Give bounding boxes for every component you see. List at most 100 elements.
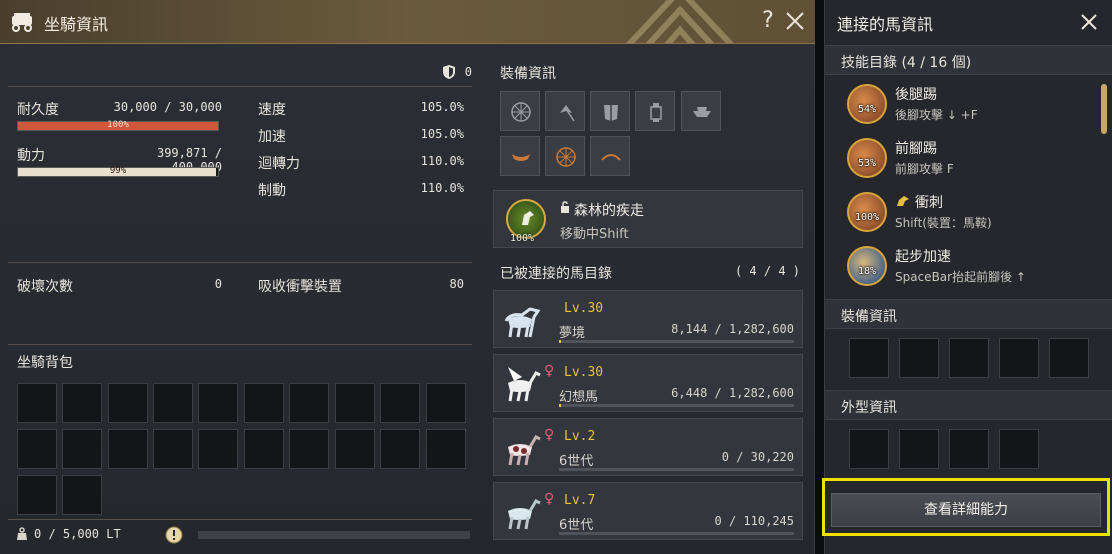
stamina-label: 動力 [17, 148, 45, 164]
durability-label: 耐久度 [17, 102, 59, 118]
equip-slot-axe[interactable] [545, 91, 585, 131]
inventory-slot[interactable] [153, 383, 193, 423]
speed-value: 105.0% [420, 100, 464, 114]
title-bar[interactable]: 坐騎資訊 ? [0, 0, 815, 44]
equip-title: 裝備資訊 [841, 309, 897, 325]
skill-name: 起步加速 [895, 249, 951, 265]
help-button[interactable]: ? [758, 8, 778, 34]
horse-skill-card[interactable]: 100% 森林的疾走 移動中Shift [493, 190, 803, 248]
inventory-slot[interactable] [108, 429, 148, 469]
equip-slot[interactable] [849, 338, 889, 378]
horse-1-exp-bar [559, 340, 794, 343]
inventory-slot[interactable] [198, 429, 238, 469]
equip-slot-hat[interactable] [681, 91, 721, 131]
horse-pegasus-icon [508, 367, 541, 402]
wheel-icon [511, 102, 531, 122]
armor-icon [604, 105, 618, 121]
skill-item[interactable]: 54% 後腿踢 後腳攻擊 ↓ +F [837, 80, 1097, 130]
connected-horse-panel: 連接的馬資訊 技能目錄 (4 / 16 個) 54% 後腿踢 後腳攻擊 ↓ +F… [824, 0, 1112, 554]
close-icon[interactable] [783, 9, 807, 33]
unlock-icon [561, 201, 569, 213]
skill-name: 後腿踢 [895, 87, 937, 103]
inventory-slot[interactable] [380, 383, 420, 423]
saddle-icon [512, 154, 530, 161]
horse-card-4[interactable]: ♀ Lv.7 6世代 0 / 110,245 [493, 482, 803, 540]
appearance-slot[interactable] [999, 429, 1039, 469]
appearance-title: 外型資訊 [841, 400, 897, 416]
inventory-slot[interactable] [289, 429, 329, 469]
inventory-slot[interactable] [62, 475, 102, 515]
wagon-icon [12, 13, 32, 32]
skill-list: 54% 後腿踢 後腳攻擊 ↓ +F 53% 前腳踢 前腳攻擊 F 100% 衝刺… [837, 80, 1105, 290]
durability-bar: 100% [17, 120, 219, 131]
inventory-slot[interactable] [244, 383, 284, 423]
connected-horses-title: 已被連接的馬目錄 [500, 266, 612, 282]
lantern-icon [650, 103, 662, 122]
equip-slot-horseshoe[interactable] [590, 136, 630, 176]
hat-icon [693, 107, 711, 117]
skill-key: SpaceBar抬起前腳後 ↑ [895, 270, 1026, 284]
durability-percent: 100% [107, 120, 129, 130]
inventory-slot[interactable] [426, 429, 466, 469]
horse-1-name: 夢境 [559, 326, 586, 341]
horse-3-level: Lv.2 [564, 429, 596, 444]
equip-slot-saddle[interactable] [500, 136, 540, 176]
equip-slot-wheel[interactable] [500, 91, 540, 131]
appearance-section-header: 外型資訊 [825, 390, 1112, 420]
horse-card-1[interactable]: Lv.30 夢境 8,144 / 1,282,600 [493, 290, 803, 348]
inventory-slot[interactable] [244, 429, 284, 469]
equip-slot-armor[interactable] [590, 91, 630, 131]
inventory-slot[interactable] [335, 383, 375, 423]
impact-absorb-value: 80 [449, 277, 464, 291]
skill-percent: 18% [857, 266, 877, 277]
stamina-percent: 99% [109, 166, 127, 176]
horse-card-3[interactable]: ♀ Lv.2 6世代 0 / 30,220 [493, 418, 803, 476]
horse-4-exp-bar [559, 532, 794, 535]
inventory-slot[interactable] [62, 383, 102, 423]
mount-info-window: 坐騎資訊 ? 0 耐久度 30,000 / 30,000 100% 動力 399… [0, 0, 815, 554]
skill-item[interactable]: 18% 起步加速 SpaceBar抬起前腳後 ↑ [837, 242, 1097, 290]
close-icon[interactable] [1077, 10, 1101, 34]
inventory-slot[interactable] [17, 383, 57, 423]
inventory-slot[interactable] [62, 429, 102, 469]
equip-section-header: 裝備資訊 [825, 299, 1112, 329]
equip-slot[interactable] [949, 338, 989, 378]
inventory-slot[interactable] [17, 429, 57, 469]
warning-icon[interactable] [165, 526, 183, 544]
view-detail-button[interactable]: 查看詳細能力 [831, 493, 1101, 527]
brake-value: 110.0% [420, 181, 464, 195]
skill-percent: 53% [857, 158, 877, 169]
appearance-slot[interactable] [849, 429, 889, 469]
equip-slot-wheel-2[interactable] [545, 136, 585, 176]
equip-slot[interactable] [899, 338, 939, 378]
equip-slot[interactable] [1049, 338, 1089, 378]
impact-absorb-label: 吸收衝擊裝置 [258, 279, 342, 295]
equip-slot[interactable] [999, 338, 1039, 378]
skill-item[interactable]: 53% 前腳踢 前腳攻擊 F [837, 134, 1097, 184]
horse-card-2[interactable]: ♀ Lv.30 幻想馬 6,448 / 1,282,600 [493, 354, 803, 412]
turning-label: 迴轉力 [258, 156, 300, 172]
durability-value: 30,000 / 30,000 [113, 100, 222, 114]
inventory-slot[interactable] [17, 475, 57, 515]
inventory-slot[interactable] [380, 429, 420, 469]
weight-value: 0 / 5,000 LT [34, 527, 121, 541]
horse-1-exp-fill [559, 340, 562, 343]
inventory-slot[interactable] [335, 429, 375, 469]
horse-2-gender: ♀ [544, 363, 555, 379]
equipment-title: 裝備資訊 [500, 66, 556, 82]
horse-grey-icon [508, 499, 541, 530]
horse-head-icon [897, 196, 909, 206]
weight-bar [198, 531, 470, 539]
inventory-slot[interactable] [289, 383, 329, 423]
skill-item[interactable]: 100% 衝刺 Shift(裝置：馬鞍) [837, 188, 1097, 238]
appearance-slot[interactable] [899, 429, 939, 469]
inventory-title: 坐騎背包 [17, 355, 73, 371]
inventory-slot[interactable] [153, 429, 193, 469]
equip-slot-lantern[interactable] [635, 91, 675, 131]
stamina-bar: 99% [17, 166, 219, 177]
inventory-slot[interactable] [108, 383, 148, 423]
inventory-slot[interactable] [426, 383, 466, 423]
appearance-slot[interactable] [949, 429, 989, 469]
scrollbar[interactable] [1101, 84, 1107, 134]
inventory-slot[interactable] [198, 383, 238, 423]
